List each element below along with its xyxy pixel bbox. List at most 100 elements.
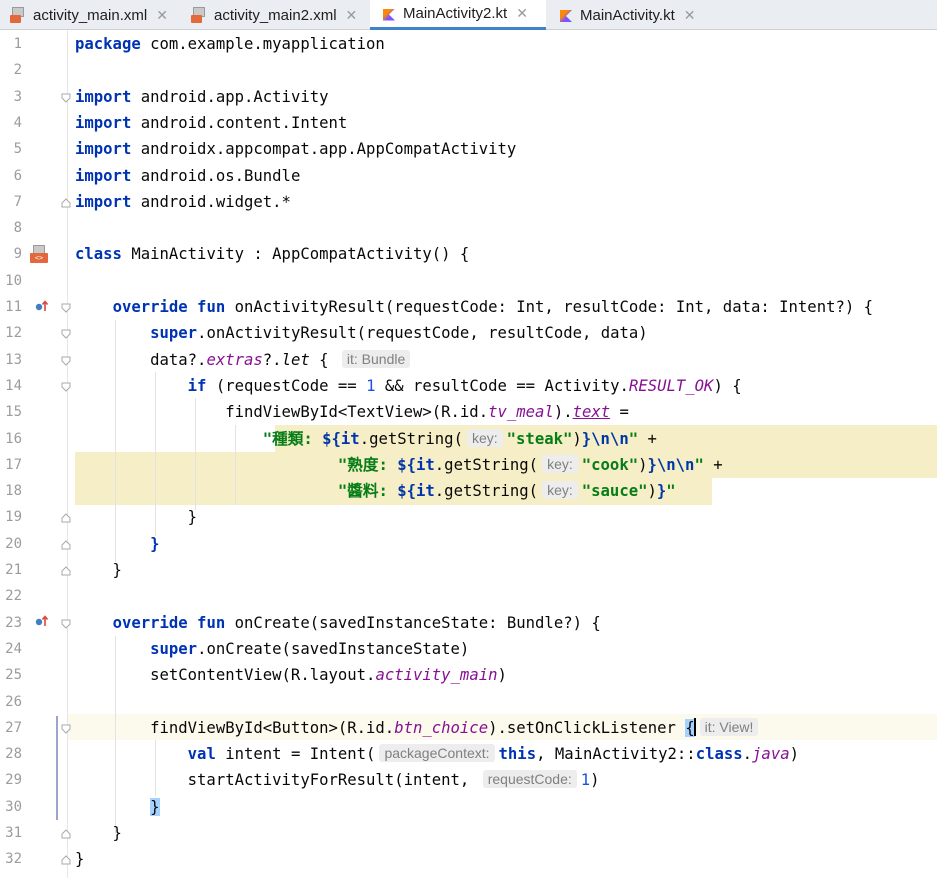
code-token: }\n\n: [581, 429, 629, 448]
line-number: 10: [5, 272, 22, 289]
fold-start-icon[interactable]: [61, 724, 71, 734]
code-line[interactable]: 22: [0, 583, 937, 609]
code-line[interactable]: 24 super.onCreate(savedInstanceState): [0, 636, 937, 662]
fold-start-icon[interactable]: [61, 619, 71, 629]
code-line[interactable]: 3 import android.app.Activity: [0, 84, 937, 110]
line-number: 11: [5, 299, 22, 315]
line-number: 31: [5, 825, 22, 841]
code-token: ): [638, 455, 648, 474]
code-token: ": [628, 429, 639, 448]
code-token: text: [572, 403, 611, 422]
line-number: 15: [5, 404, 22, 421]
code-line[interactable]: 18 "醬料: ${it.getString(key: "sauce")}": [0, 478, 937, 504]
code-token: import: [75, 166, 132, 185]
kotlin-file-icon: [380, 6, 396, 22]
code-line[interactable]: 31 }: [0, 820, 937, 846]
code-token: .getString(: [359, 429, 463, 448]
line-number: 13: [5, 351, 22, 368]
code-text: import android.os.Bundle: [75, 163, 300, 189]
line-number: 18: [5, 483, 22, 500]
code-text: super.onCreate(savedInstanceState): [75, 636, 469, 662]
code-text: import android.widget.*: [75, 189, 291, 215]
code-token: }: [75, 561, 122, 579]
code-line[interactable]: 1 package com.example.myapplication: [0, 31, 937, 57]
code-line[interactable]: 4 import android.content.Intent: [0, 110, 937, 136]
code-line[interactable]: 26: [0, 689, 937, 715]
code-text: }: [75, 846, 84, 872]
fold-end-icon[interactable]: [61, 539, 71, 550]
line-number: 25: [5, 667, 22, 684]
fold-end-icon[interactable]: [61, 566, 71, 576]
code-line[interactable]: 11 override fun onActivityResult(request…: [0, 294, 937, 320]
code-line[interactable]: 14 if (requestCode == 1 && resultCode ==…: [0, 373, 937, 399]
code-line[interactable]: 8: [0, 215, 937, 241]
code-line[interactable]: 19 }: [0, 504, 937, 530]
code-token: ${: [397, 455, 417, 474]
fold-end-icon[interactable]: [61, 829, 71, 839]
code-line[interactable]: 25 setContentView(R.layout.activity_main…: [0, 662, 937, 688]
line-number: 26: [5, 693, 22, 710]
code-text: override fun onCreate(savedInstanceState…: [75, 610, 601, 636]
code-token: RESULT_OK: [628, 376, 714, 395]
tab-mainactivity-kt[interactable]: MainActivity.kt ✕: [547, 0, 707, 30]
code-line[interactable]: 5 import androidx.appcompat.app.AppCompat…: [0, 136, 937, 162]
code-token: androidx.appcompat.app.AppCompatActivity: [131, 140, 517, 159]
code-line[interactable]: 7 import android.widget.*: [0, 189, 937, 215]
code-token: , MainActivity2::: [536, 745, 696, 764]
code-line[interactable]: 10: [0, 268, 937, 294]
fold-end-icon[interactable]: [61, 513, 71, 523]
code-line[interactable]: 13 data?.extras?.let { it: Bundle: [0, 347, 937, 373]
tab-activity-main-xml[interactable]: activity_main.xml ✕: [0, 0, 180, 30]
tab-activity-main2-xml[interactable]: activity_main2.xml ✕: [181, 0, 369, 30]
code-line[interactable]: 21 }: [0, 557, 937, 583]
inlay-hint: key:: [542, 481, 578, 500]
code-token: .onCreate(savedInstanceState): [197, 639, 470, 658]
code-line[interactable]: 2: [0, 57, 937, 83]
code-line[interactable]: 28 val intent = Intent(packageContext: th…: [0, 741, 937, 767]
code-line[interactable]: 30 }: [0, 794, 937, 820]
code-line[interactable]: 9 class MainActivity : AppCompatActivity(…: [0, 241, 937, 267]
inlay-hint: it: Bundle: [341, 349, 411, 368]
code-line[interactable]: 23 override fun onCreate(savedInstanceSt…: [0, 610, 937, 636]
code-line[interactable]: 20 }: [0, 531, 937, 557]
code-line[interactable]: 12 super.onActivityResult(requestCode, r…: [0, 320, 937, 346]
close-icon[interactable]: ✕: [346, 7, 358, 24]
fold-start-icon[interactable]: [61, 303, 71, 313]
code-token: android.widget.*: [131, 192, 291, 211]
line-number: 14: [5, 377, 22, 394]
xml-file-icon: [10, 7, 26, 23]
fold-end-icon[interactable]: [61, 855, 71, 865]
tab-mainactivity2-kt[interactable]: MainActivity2.kt ✕: [370, 0, 546, 30]
code-token: ): [647, 482, 657, 501]
code-token: ): [590, 771, 600, 790]
code-token: tv_meal: [488, 403, 554, 422]
code-token: ): [789, 745, 799, 764]
code-token: super: [150, 324, 198, 343]
code-line[interactable]: 27 findViewById<Button>(R.id.btn_choice)…: [0, 715, 937, 741]
code-text: class MainActivity : AppCompatActivity()…: [75, 241, 469, 267]
close-icon[interactable]: ✕: [684, 7, 696, 24]
inlay-hint: requestCode:: [482, 770, 577, 789]
code-token: data?.: [75, 350, 207, 369]
code-line[interactable]: 32}: [0, 846, 937, 872]
code-token: ${: [322, 429, 341, 448]
code-line[interactable]: 17 "熟度: ${it.getString(key: "cook")}\n\n"…: [0, 452, 937, 478]
fold-start-icon[interactable]: [61, 93, 71, 103]
fold-start-icon[interactable]: [61, 382, 71, 392]
fold-start-icon[interactable]: [61, 329, 71, 340]
code-token: android.app.Activity: [131, 87, 329, 106]
line-number: 8: [13, 220, 22, 237]
code-line[interactable]: 6 import android.os.Bundle: [0, 163, 937, 189]
fold-end-icon[interactable]: [61, 198, 71, 208]
code-line[interactable]: 15 findViewById<TextView>(R.id.tv_meal).…: [0, 399, 937, 425]
code-text: import android.app.Activity: [75, 84, 329, 110]
close-icon[interactable]: ✕: [516, 5, 528, 22]
fold-start-icon[interactable]: [61, 356, 71, 366]
code-text: }: [75, 820, 122, 846]
code-line[interactable]: 16 "種類: ${it.getString(key: "steak")}\n\n…: [0, 426, 937, 452]
code-line[interactable]: 29 startActivityForResult(intent, reques…: [0, 767, 937, 793]
close-icon[interactable]: ✕: [156, 7, 168, 24]
